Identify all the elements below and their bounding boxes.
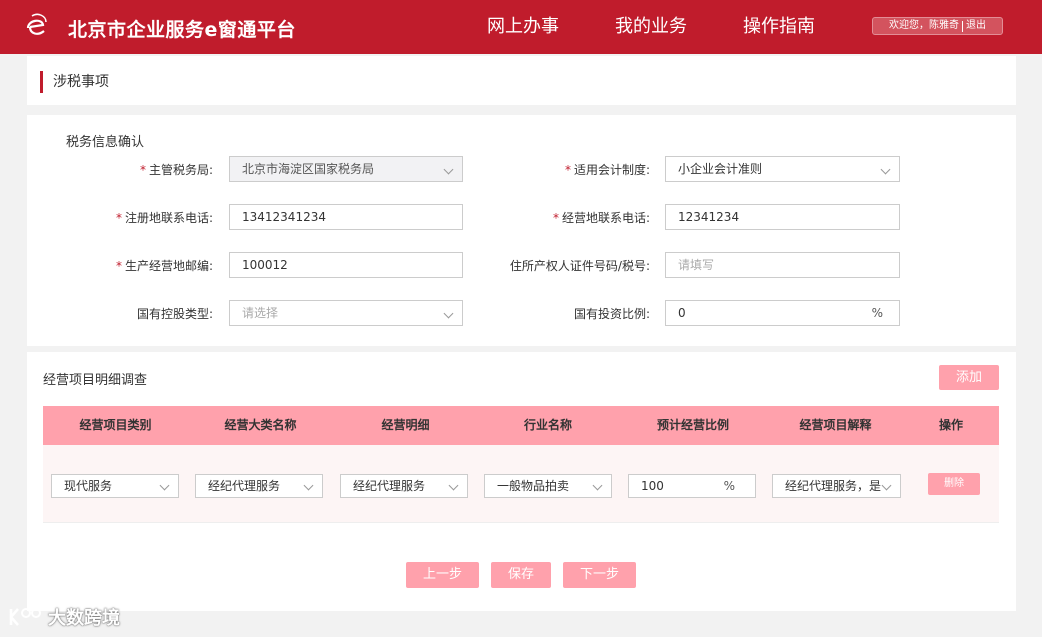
col-header: 经营项目解释 [799,418,872,432]
accounting-select[interactable]: 小企业会计准则 [665,156,900,182]
state-ratio-input[interactable]: 0% [665,300,900,326]
section-title: 涉税事项 [40,71,109,93]
chevron-down-icon [159,480,170,491]
e-logo-icon [26,13,47,35]
save-button[interactable]: 保存 [491,562,551,588]
authority-select[interactable]: 北京市海淀区国家税务局 [229,156,463,182]
owner-id-input[interactable]: 请填写 [665,252,900,278]
industry-select[interactable]: 一般物品拍卖 [484,474,612,498]
col-header: 操作 [938,418,963,432]
reg-phone-input[interactable]: 13412341234 [229,204,463,230]
nav-my-business[interactable]: 我的业务 [615,12,687,38]
authority-label: * 主管税务局: [139,163,213,177]
watermark-logo-icon [9,608,41,626]
nav-online-service[interactable]: 网上办事 [487,12,559,38]
table-header: 经营项目类别 经营大类名称 经营明细 行业名称 预计经营比例 经营项目解释 操作 [43,406,999,445]
detail-select[interactable]: 经纪代理服务 [340,474,468,498]
chevron-down-icon [448,480,459,491]
chevron-down-icon [303,480,314,491]
business-title: 经营项目明细调查 [43,373,148,388]
state-type-select[interactable]: 请选择 [229,300,463,326]
logout-link[interactable]: 退出 [966,18,986,34]
percent-unit: % [723,479,735,493]
welcome-text: 欢迎您，陈雅奇 [889,20,959,31]
biz-phone-label: * 经营地联系电话: [552,211,650,225]
watermark: 大数跨境 [8,603,148,631]
category-select[interactable]: 现代服务 [51,474,179,498]
col-header: 经营大类名称 [224,418,297,432]
next-step-button[interactable]: 下一步 [563,562,636,588]
owner-id-label: 住所产权人证件号码/税号: [509,259,650,273]
state-type-label: 国有控股类型: [136,307,213,321]
percent-unit: % [871,306,883,320]
divider [962,20,963,32]
accounting-label: * 适用会计制度: [564,163,650,177]
biz-phone-input[interactable]: 12341234 [665,204,900,230]
delete-button[interactable]: 删除 [928,473,980,495]
ratio-input[interactable]: 100% [628,474,756,498]
state-ratio-label: 国有投资比例: [573,307,650,321]
chevron-down-icon [443,308,454,319]
explain-select[interactable]: 经纪代理服务，是 [772,474,901,498]
col-header: 行业名称 [523,418,572,432]
col-header: 预计经营比例 [656,418,729,432]
chevron-down-icon [880,164,891,175]
prev-step-button[interactable]: 上一步 [406,562,479,588]
col-header: 经营明细 [381,418,430,432]
top-header: 北京市企业服务e窗通平台 网上办事 我的业务 操作指南 欢迎您，陈雅奇 退出 [0,0,1042,54]
tax-info-title: 税务信息确认 [66,135,145,150]
watermark-text: 大数跨境 [48,608,120,629]
nav-guide[interactable]: 操作指南 [743,12,815,38]
chevron-down-icon [443,164,454,175]
app-title: 北京市企业服务e窗通平台 [68,19,296,41]
section-title-bar [27,56,1016,105]
chevron-down-icon [881,480,892,491]
user-box: 欢迎您，陈雅奇 退出 [872,17,1003,35]
major-select[interactable]: 经纪代理服务 [195,474,323,498]
col-header: 经营项目类别 [79,418,152,432]
postcode-input[interactable]: 100012 [229,252,463,278]
reg-phone-label: * 注册地联系电话: [115,211,213,225]
postcode-label: * 生产经营地邮编: [115,259,213,273]
table-row: 现代服务 经纪代理服务 经纪代理服务 一般物品拍卖 100% 经纪代理服务，是 … [43,445,999,523]
add-button[interactable]: 添加 [939,365,999,390]
chevron-down-icon [592,480,603,491]
